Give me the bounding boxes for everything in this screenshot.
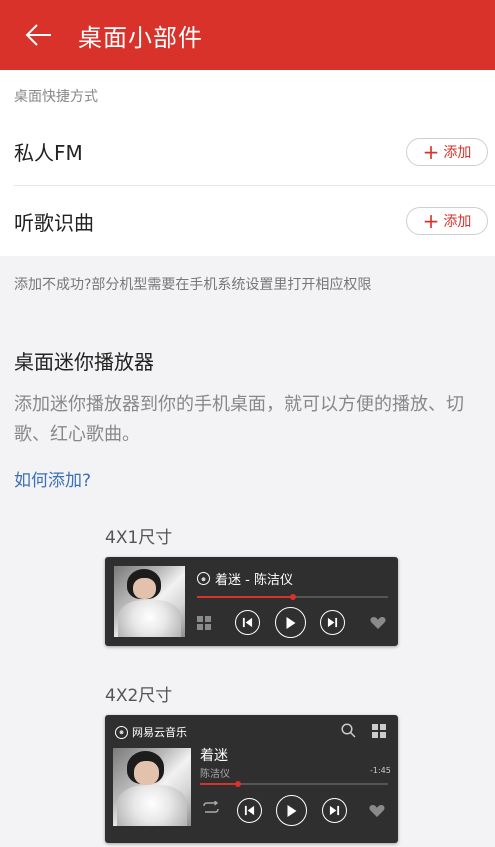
progress-knob[interactable] [234,781,241,787]
heart-icon[interactable] [369,804,385,818]
brand: ၜ 网易云音乐 [115,724,187,740]
previous-button[interactable] [235,610,260,635]
song-title: 着迷 [200,748,228,764]
permission-hint: 添加不成功?部分机型需要在手机系统设置里打开相应权限 [14,277,372,293]
netease-logo-icon: ၜ [115,725,128,739]
size-label-4x1: 4X1尺寸 [105,528,173,548]
progress-knob[interactable] [289,594,296,600]
time-remaining: -1:45 [370,766,391,775]
previous-icon [244,805,255,816]
add-button-label: 添加 [443,144,472,161]
next-button[interactable] [320,610,345,635]
how-to-add-link[interactable]: 如何添加? [14,466,91,491]
artist-name: 陈洁仪 [200,769,230,780]
plus-icon: + [422,209,440,233]
now-playing: ၜ 着迷 - 陈洁仪 [197,569,293,588]
size-label-4x2: 4X2尺寸 [105,686,173,706]
add-recognize-button[interactable]: + 添加 [406,207,488,235]
grid-icon[interactable] [197,616,211,630]
add-button-label: 添加 [443,214,472,230]
mini-player-description: 添加迷你播放器到你的手机桌面，就可以方便的播放、切歌、红心歌曲。 [14,394,464,445]
play-button[interactable] [276,795,307,826]
mini-player-title: 桌面迷你播放器 [14,350,154,374]
next-button[interactable] [322,798,347,823]
repeat-icon[interactable] [202,801,220,814]
album-cover [114,566,185,637]
progress-fill [200,783,238,785]
grid-icon[interactable] [372,724,386,738]
heart-icon[interactable] [370,616,386,630]
back-button[interactable] [0,0,78,70]
section-caption: 桌面快捷方式 [14,89,98,105]
plus-icon: + [422,139,440,164]
now-playing-text: 着迷 - 陈洁仪 [215,573,293,588]
netease-logo-icon: ၜ [197,572,210,585]
next-icon [327,617,338,628]
search-icon[interactable] [341,723,356,738]
widget-preview-4x1: ၜ 着迷 - 陈洁仪 [105,557,398,646]
widget-preview-4x2: ၜ 网易云音乐 着迷 陈洁仪 -1:45 [105,715,398,843]
page-title: 桌面小部件 [78,23,203,52]
previous-icon [242,617,253,628]
play-icon [287,804,297,817]
back-arrow-icon [25,24,51,46]
progress-fill [197,596,293,598]
progress-bar[interactable] [200,781,388,787]
play-icon [286,616,296,629]
shortcut-label: 私人FM [14,141,83,165]
brand-name: 网易云音乐 [132,726,187,739]
shortcut-label: 听歌识曲 [14,210,94,235]
progress-bar[interactable] [197,594,388,600]
shortcut-row-fm: 私人FM + 添加 [14,118,495,186]
add-fm-button[interactable]: + 添加 [406,137,488,166]
album-cover [113,748,191,826]
previous-button[interactable] [237,798,262,823]
shortcut-row-recognize: 听歌识曲 + 添加 [14,187,495,255]
play-button[interactable] [275,607,306,638]
app-bar: 桌面小部件 [0,0,495,70]
next-icon [329,805,340,816]
